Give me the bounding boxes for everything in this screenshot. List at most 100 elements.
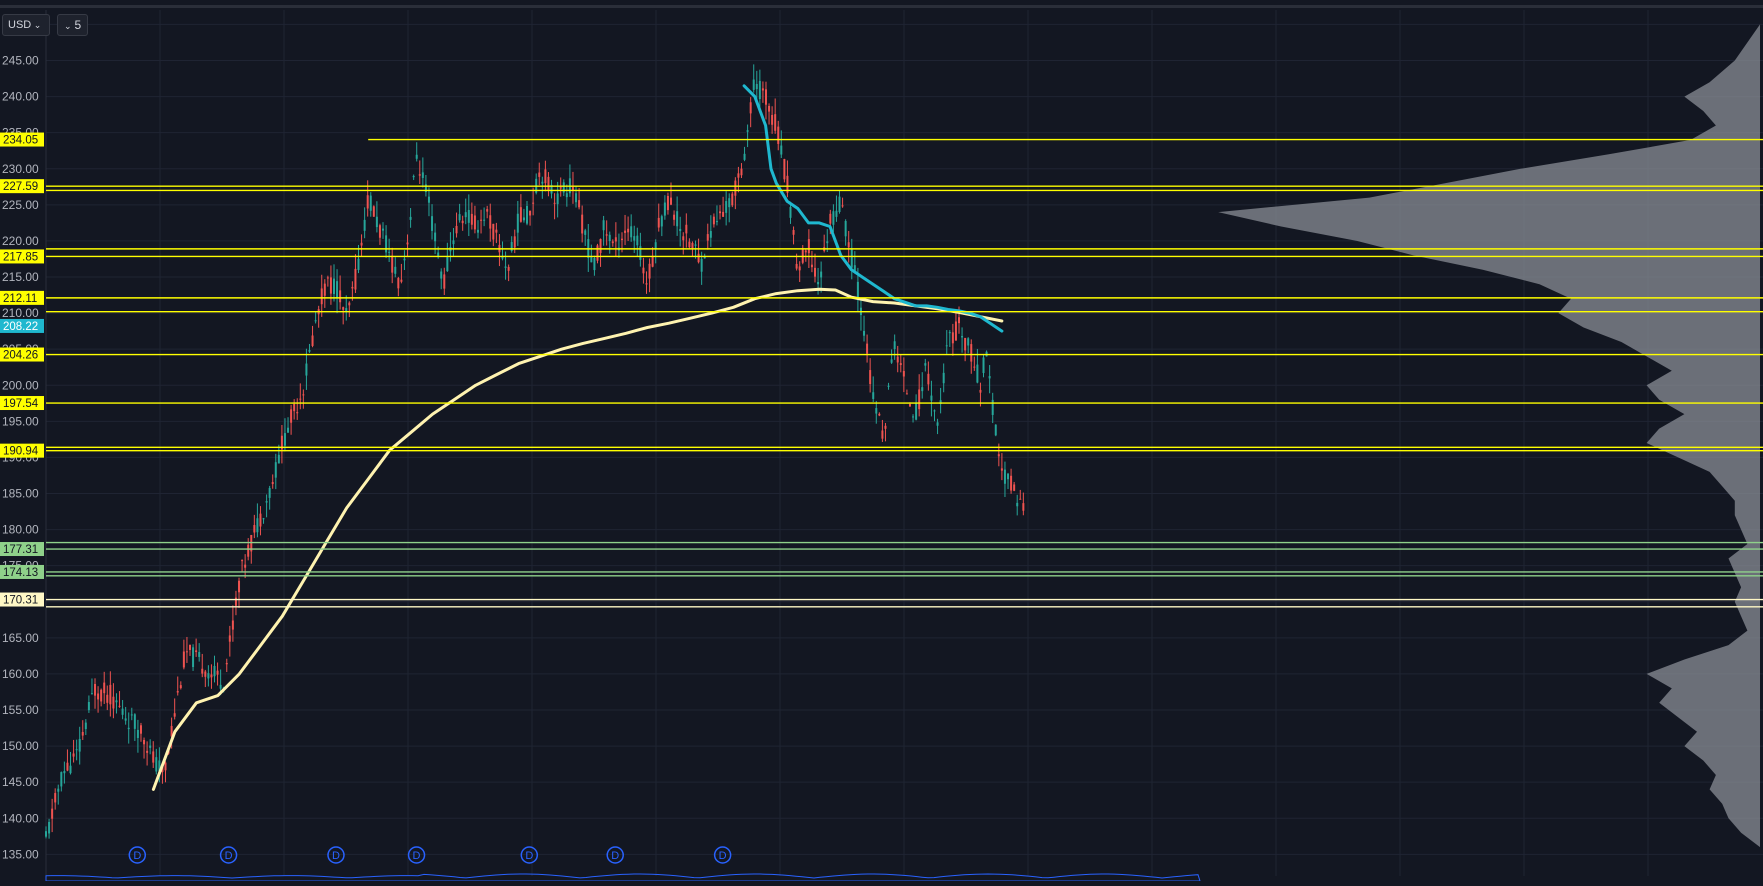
- candle-body: [740, 168, 743, 176]
- y-tick-label: 240.00: [2, 90, 39, 104]
- candle-body: [725, 201, 728, 213]
- candle-body: [510, 241, 513, 252]
- moving-average-long-line: [151, 287, 1004, 791]
- price-level-label: 177.31: [3, 544, 38, 556]
- candle-body: [403, 258, 406, 261]
- candle-body: [320, 288, 323, 305]
- candle-body: [890, 359, 893, 363]
- candle-body: [737, 173, 740, 178]
- candle-body: [124, 718, 127, 721]
- candle-body: [663, 202, 666, 216]
- candle-body: [60, 772, 63, 787]
- candle-body: [982, 357, 985, 374]
- candle-body: [700, 258, 703, 272]
- candle-body: [826, 241, 829, 244]
- candle-body: [271, 482, 274, 485]
- currency-selector[interactable]: USD ⌄: [2, 14, 51, 36]
- candle-body: [712, 216, 715, 225]
- candle-body: [314, 320, 317, 322]
- candle-body: [905, 393, 908, 395]
- candle-body: [933, 410, 936, 412]
- price-chart[interactable]: 135.00 140.00 145.00 150.00 155.00 160.00 165.…: [0, 0, 1763, 882]
- candle-body: [149, 745, 152, 748]
- candle-body: [553, 202, 556, 204]
- candle-body: [758, 80, 761, 100]
- candle-body: [339, 290, 342, 303]
- chart-canvas[interactable]: 135.00 140.00 145.00 150.00 155.00 160.00 165.…: [0, 0, 1763, 882]
- candle-body: [1000, 468, 1003, 471]
- candle-body: [951, 332, 954, 344]
- candle-body: [709, 231, 712, 238]
- interval-selector[interactable]: ⌄ 5: [57, 14, 89, 36]
- candle-body: [887, 385, 890, 387]
- candle-body: [807, 239, 810, 254]
- candle-body: [118, 705, 121, 707]
- candle-body: [492, 223, 495, 240]
- candle-body: [706, 234, 709, 241]
- candle-body: [326, 277, 329, 279]
- candle-body: [495, 229, 498, 233]
- candle-body: [216, 670, 219, 675]
- candle-body: [850, 248, 853, 268]
- candle-body: [927, 373, 930, 385]
- candle-body: [164, 762, 167, 771]
- candle-body: [679, 228, 682, 232]
- candle-body: [620, 238, 623, 241]
- candle-body: [532, 202, 535, 204]
- candle-body: [473, 215, 476, 230]
- candle-body: [814, 267, 817, 277]
- candle-body: [614, 237, 617, 242]
- candle-body: [204, 671, 207, 677]
- candle-body: [94, 683, 97, 696]
- candle-body: [746, 130, 749, 132]
- candle-body: [844, 220, 847, 237]
- y-tick-label: 215.00: [2, 270, 39, 284]
- candle-body: [1003, 469, 1006, 484]
- candle-body: [421, 172, 424, 178]
- candle-body: [847, 242, 850, 248]
- candle-body: [1022, 503, 1025, 511]
- candle-body: [388, 251, 391, 253]
- y-tick-label: 200.00: [2, 378, 39, 392]
- candle-body: [734, 180, 737, 196]
- candle-body: [948, 332, 951, 334]
- candle-body: [391, 255, 394, 273]
- candle-body: [231, 620, 234, 630]
- event-marker-label: D: [332, 850, 340, 862]
- candle-body: [188, 644, 191, 650]
- candle-body: [719, 211, 722, 214]
- y-tick-label: 245.00: [2, 54, 39, 68]
- candle-body: [54, 793, 57, 803]
- candle-body: [176, 691, 179, 693]
- top-border: [0, 5, 1763, 8]
- candle-body: [57, 788, 60, 792]
- candle-body: [575, 193, 578, 203]
- candle-body: [682, 236, 685, 241]
- candle-body: [81, 731, 84, 736]
- candle-body: [872, 392, 875, 399]
- event-marker-label: D: [413, 850, 421, 862]
- candle-body: [452, 240, 455, 245]
- candle-body: [155, 757, 158, 772]
- candle-body: [100, 689, 103, 702]
- event-marker-label: D: [525, 850, 533, 862]
- candle-body: [912, 416, 915, 418]
- volume-profile: [1218, 24, 1760, 848]
- currency-label: USD: [8, 19, 32, 31]
- price-level-label: 170.31: [3, 595, 38, 607]
- candle-body: [1019, 498, 1022, 500]
- candle-body: [565, 193, 568, 198]
- candle-body: [761, 88, 764, 91]
- candle-body: [731, 193, 734, 206]
- candle-body: [593, 258, 596, 271]
- candle-body: [302, 394, 305, 396]
- candle-body: [930, 395, 933, 401]
- candle-body: [406, 242, 409, 245]
- candle-body: [835, 210, 838, 217]
- candle-body: [179, 685, 182, 689]
- candle-body: [195, 650, 198, 652]
- candle-body: [792, 230, 795, 235]
- candle-body: [918, 389, 921, 410]
- price-level-label: 197.54: [3, 398, 39, 410]
- candle-body: [988, 376, 991, 379]
